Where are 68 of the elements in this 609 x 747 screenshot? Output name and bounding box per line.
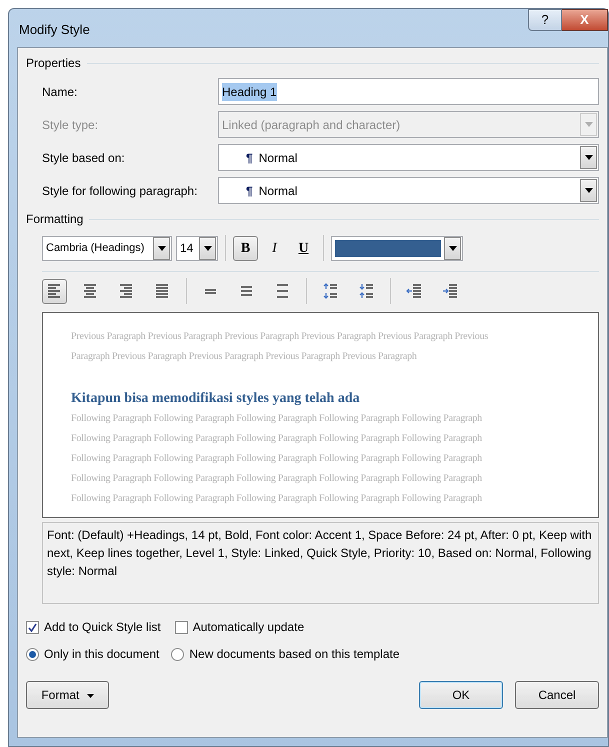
following-paragraph-text: Following Paragraph Following Paragraph Following Paragraph Following Paragraph Following Paragraph bbox=[71, 412, 483, 426]
indent-icon bbox=[442, 282, 459, 300]
dropdown-button[interactable] bbox=[153, 236, 170, 260]
previous-paragraph-text: Previous Paragraph Previous Paragraph Previous Paragraph Previous Paragraph Previous Paragraph Previous bbox=[71, 330, 490, 344]
field-value: Heading 1 bbox=[222, 82, 277, 100]
field-value: Normal bbox=[258, 150, 298, 166]
format-button[interactable]: Format bbox=[26, 681, 109, 709]
caret-icon bbox=[204, 246, 212, 250]
checkbox[interactable] bbox=[26, 620, 39, 634]
field-value: Linked (paragraph and character) bbox=[222, 116, 400, 134]
dropdown-button[interactable] bbox=[199, 236, 216, 260]
checkbox-label[interactable]: Automatically update bbox=[192, 618, 304, 636]
combo-value: Cambria (Headings) bbox=[46, 240, 144, 256]
caret-icon bbox=[86, 694, 94, 698]
radio-label[interactable]: New documents based on this template bbox=[189, 645, 400, 663]
radio-label[interactable]: Only in this document bbox=[44, 645, 160, 663]
section-heading: Properties bbox=[26, 55, 81, 72]
combo-value: 14 bbox=[180, 240, 194, 257]
align-right-icon bbox=[118, 282, 135, 300]
outdent-icon bbox=[406, 282, 423, 300]
section-heading: Formatting bbox=[26, 211, 84, 228]
following-paragraph-text: Following Paragraph Following Paragraph Following Paragraph Following Paragraph Following Paragraph bbox=[71, 492, 483, 506]
help-button[interactable]: ? bbox=[528, 9, 562, 31]
radio-button[interactable] bbox=[26, 648, 39, 660]
bold-button[interactable]: B bbox=[233, 236, 258, 260]
italic-button[interactable]: I bbox=[262, 236, 287, 260]
style-dropdown[interactable]: ¶ Normal bbox=[218, 177, 599, 204]
font-color-dropdown[interactable] bbox=[331, 236, 463, 260]
size-dropdown[interactable]: 14 bbox=[176, 236, 218, 260]
align-center-icon bbox=[82, 282, 99, 300]
underline-button[interactable]: U bbox=[291, 236, 316, 260]
style-dropdown[interactable]: ¶ Normal bbox=[218, 144, 599, 171]
following-paragraph-text: Following Paragraph Following Paragraph Following Paragraph Following Paragraph Following Paragraph bbox=[71, 452, 483, 466]
caret-icon bbox=[448, 246, 456, 250]
style-description: Font: (Default) +Headings, 14 pt, Bold, Font color: Accent 1, Space Before: 24 pt, After: 0 pt, Keep with next, Keep lines together, Level 1, Style: Linked, Quick Style, Priority: 10, Based on: Normal, Following style: Normal bbox=[42, 522, 599, 604]
align-left-button[interactable] bbox=[42, 278, 67, 304]
double-icon bbox=[274, 282, 291, 300]
caret-icon bbox=[158, 246, 166, 250]
justify-icon bbox=[154, 282, 171, 300]
name-field[interactable]: Heading 1 bbox=[218, 78, 599, 105]
following-paragraph-text: Following Paragraph Following Paragraph Following Paragraph Following Paragraph Following Paragraph bbox=[71, 472, 483, 486]
checkbox-label[interactable]: Add to Quick Style list bbox=[44, 618, 161, 636]
preview-heading: Kitapun bisa memodifikasi styles yang telah ada bbox=[71, 390, 361, 408]
caret-icon bbox=[584, 188, 592, 193]
align-left-icon bbox=[46, 282, 63, 300]
dropdown-button[interactable] bbox=[444, 236, 461, 260]
dropdown-button[interactable] bbox=[580, 146, 597, 169]
font-dropdown[interactable]: Cambria (Headings) bbox=[42, 236, 172, 260]
window-title: Modify Style bbox=[18, 21, 90, 40]
caret-icon bbox=[584, 155, 592, 160]
caret-icon bbox=[584, 122, 592, 127]
field-label: Name: bbox=[42, 84, 78, 100]
radio-button[interactable] bbox=[171, 648, 184, 660]
space-down-icon bbox=[358, 282, 375, 300]
pilcrow-icon: ¶ bbox=[246, 182, 253, 200]
space-up-icon bbox=[322, 282, 339, 300]
cancel-button[interactable]: Cancel bbox=[515, 681, 599, 709]
ok-button[interactable]: OK bbox=[419, 681, 503, 709]
dropdown-button[interactable] bbox=[580, 179, 597, 202]
previous-paragraph-text: Paragraph Previous Paragraph Previous Paragraph Previous Paragraph Previous Paragraph bbox=[71, 350, 418, 364]
field-label: Style for following paragraph: bbox=[42, 182, 198, 200]
field-value: Normal bbox=[258, 182, 298, 200]
checkbox[interactable] bbox=[174, 620, 188, 634]
pilcrow-icon: ¶ bbox=[246, 148, 253, 166]
following-paragraph-text: Following Paragraph Following Paragraph Following Paragraph Following Paragraph Following Paragraph bbox=[71, 432, 483, 446]
single-icon bbox=[202, 288, 219, 294]
field-label: Style based on: bbox=[42, 150, 126, 166]
field-label: Style type: bbox=[42, 116, 100, 134]
